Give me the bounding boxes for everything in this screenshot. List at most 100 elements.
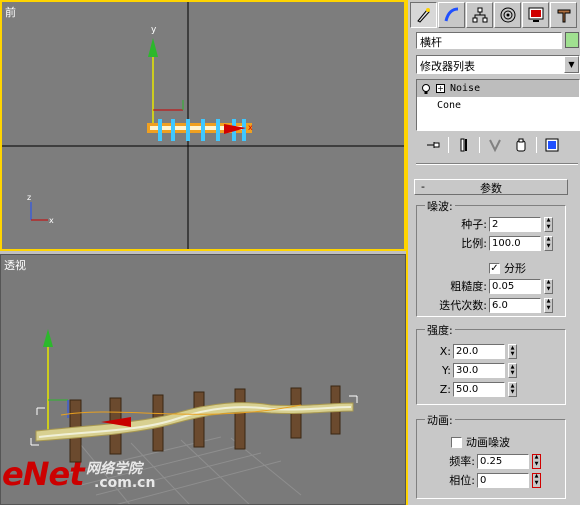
watermark-logo: eNet 网络学院 .com.cn [0,455,200,505]
y-axis-arrow [148,38,158,57]
show-end-result-icon [460,138,467,152]
make-unique-button[interactable] [484,135,506,155]
svg-text:z: z [27,193,31,202]
animation-group: 动画: 动画噪波 频率: 0.25 ▲ ▼ 相位: 0 ▲ ▼ [416,412,566,499]
fractal-checkbox[interactable]: ✓ [489,262,500,274]
remove-modifier-button[interactable] [510,135,532,155]
phase-label: 相位: [449,474,475,487]
animate-noise-row: 动画噪波 [451,434,510,450]
noise-group: 噪波: 种子: 2 ▲ ▼ 比例: 100.0 ▲ ▼ ✓ 分形 粗糙度: 0.05… [416,198,566,317]
create-tab[interactable] [410,2,437,28]
stack-toolbar [416,134,580,156]
display-icon [528,7,543,22]
configure-icon [545,138,559,152]
strength-x-field[interactable]: 20.0 [453,344,505,359]
hierarchy-tab[interactable] [466,2,493,28]
utilities-tab[interactable] [550,2,577,28]
iterations-row: 迭代次数: 6.0 ▲ ▼ [427,297,553,313]
toolbar-divider [448,137,449,153]
expand-icon[interactable]: + [436,84,445,93]
phase-field[interactable]: 0 [477,472,529,488]
strength-x-label: X: [439,345,451,358]
stack-item-label: Cone [437,100,462,111]
strength-y-label: Y: [442,364,451,377]
display-tab[interactable] [522,2,549,28]
frequency-row: 频率: 0.25 ▲ ▼ [437,453,541,469]
frequency-spinner[interactable]: ▲ ▼ [532,453,541,469]
strength-z-row: Z: 50.0 ▲ ▼ [437,382,517,397]
configure-sets-button[interactable] [541,135,563,155]
svg-text:x: x [49,216,54,225]
front-viewport[interactable]: 前 y x z x [0,0,406,251]
strength-y-spinner[interactable]: ▲ ▼ [508,363,517,378]
toolbar-divider [479,137,480,153]
phase-spinner[interactable]: ▲ ▼ [532,472,541,488]
watermark-brand: eNet [2,455,84,493]
roughness-row: 粗糙度: 0.05 ▲ ▼ [427,278,553,294]
modify-tab[interactable] [438,2,465,28]
modifier-list-label: 修改器列表 [420,60,475,73]
motion-tab[interactable] [494,2,521,28]
phase-row: 相位: 0 ▲ ▼ [437,472,541,488]
strength-z-label: Z: [439,383,451,396]
panel-divider [416,163,578,165]
stack-item-cone[interactable]: Cone [417,97,579,114]
rollout-title: 参数 [480,182,502,195]
strength-y-field[interactable]: 30.0 [453,363,505,378]
seed-field[interactable]: 2 [489,216,541,232]
animate-noise-checkbox[interactable] [451,436,462,448]
stack-item-label: Noise [450,83,481,94]
show-end-result-button[interactable] [453,135,475,155]
scale-row: 比例: 100.0 ▲ ▼ [447,235,553,251]
strength-z-spinner[interactable]: ▲ ▼ [508,382,517,397]
scale-field[interactable]: 100.0 [489,235,541,251]
strength-x-spinner[interactable]: ▲ ▼ [508,344,517,359]
svg-text:x: x [248,123,253,132]
fractal-label: 分形 [504,262,526,275]
roughness-field[interactable]: 0.05 [489,278,541,294]
scale-spinner[interactable]: ▲ ▼ [544,235,553,251]
create-icon [416,8,430,23]
modify-icon [444,7,458,22]
frequency-field[interactable]: 0.25 [477,453,529,469]
iterations-spinner[interactable]: ▲ ▼ [544,297,553,313]
iterations-field[interactable]: 6.0 [489,297,541,313]
strength-z-field[interactable]: 50.0 [453,382,505,397]
group-title: 强度: [425,322,455,338]
command-panel-tabs [410,2,580,28]
animate-noise-label: 动画噪波 [466,436,510,449]
scale-label: 比例: [461,237,487,250]
toolbar-divider [536,137,537,153]
iterations-label: 迭代次数: [439,299,487,312]
rollout-header[interactable]: - 参数 [414,179,568,195]
object-name-field[interactable]: 横杆 [416,32,562,49]
group-title: 动画: [425,412,455,428]
modifier-list-dropdown[interactable]: 修改器列表 ▼ [416,55,580,74]
stack-item-noise[interactable]: + Noise [417,80,579,97]
hierarchy-icon [472,7,487,23]
frequency-label: 频率: [449,455,475,468]
utilities-icon [557,9,570,23]
group-title: 噪波: [425,198,455,214]
lightbulb-icon[interactable] [421,83,431,94]
trash-icon [516,138,526,152]
seed-spinner[interactable]: ▲ ▼ [544,216,553,232]
front-viewport-scene: y x z x [2,2,404,249]
watermark-domain: .com.cn [94,475,156,491]
object-color-swatch[interactable] [565,32,579,48]
make-unique-icon [489,139,501,153]
svg-text:y: y [151,25,157,35]
seed-label: 种子: [461,218,487,231]
strength-group: 强度: X: 20.0 ▲ ▼ Y: 30.0 ▲ ▼ Z: 50.0 ▲ ▼ [416,322,566,405]
pin-icon [427,142,440,148]
chevron-down-icon[interactable]: ▼ [564,56,579,73]
pin-stack-button[interactable] [422,135,444,155]
fractal-row: ✓ 分形 [489,260,526,276]
seed-row: 种子: 2 ▲ ▼ [447,216,553,232]
strength-x-row: X: 20.0 ▲ ▼ [437,344,517,359]
roughness-spinner[interactable]: ▲ ▼ [544,278,553,294]
motion-icon [500,7,515,23]
strength-y-row: Y: 30.0 ▲ ▼ [437,363,517,378]
parameters-rollout: - 参数 噪波: 种子: 2 ▲ ▼ 比例: 100.0 ▲ ▼ ✓ 分形 粗糙度:… [412,179,568,505]
modifier-stack: + Noise Cone [416,79,580,131]
